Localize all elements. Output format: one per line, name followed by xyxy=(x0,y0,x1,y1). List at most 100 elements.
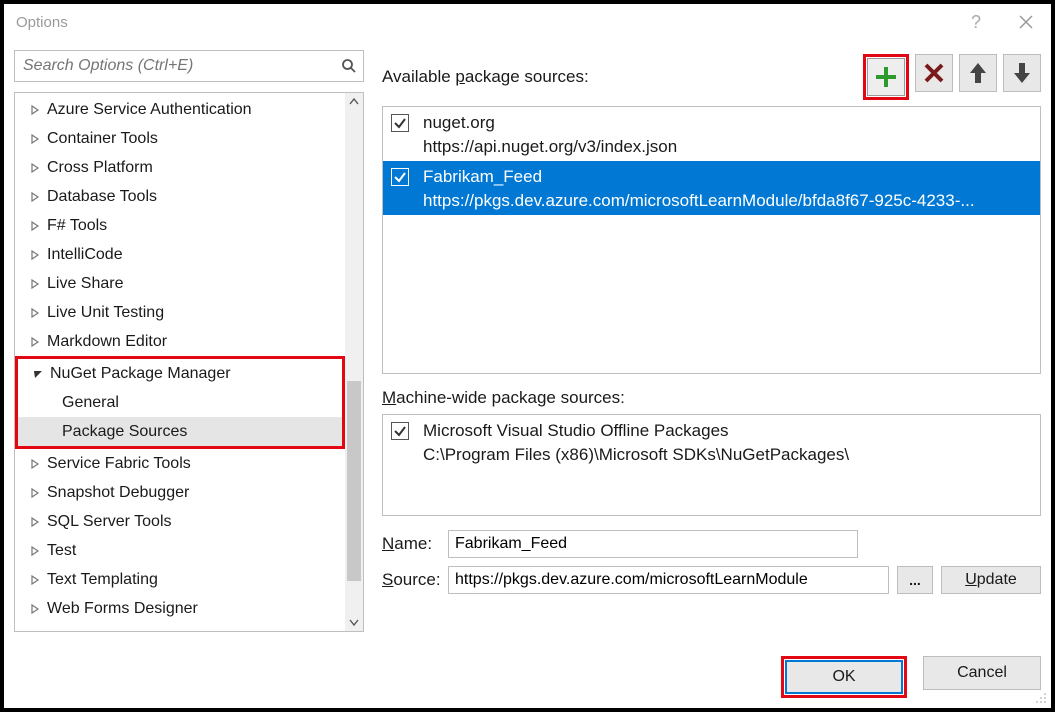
caret-right-icon xyxy=(29,458,41,470)
caret-right-icon xyxy=(29,249,41,261)
source-field[interactable] xyxy=(448,566,889,594)
left-panel: Azure Service AuthenticationContainer To… xyxy=(4,40,368,642)
tree-item[interactable]: Live Unit Testing xyxy=(15,298,345,327)
tree-item-label: F# Tools xyxy=(47,211,107,240)
options-tree-container: Azure Service AuthenticationContainer To… xyxy=(14,92,364,632)
close-button[interactable] xyxy=(1001,4,1051,40)
tree-item[interactable]: Azure Service Authentication xyxy=(15,95,345,124)
caret-right-icon xyxy=(29,278,41,290)
update-button[interactable]: Update xyxy=(941,566,1041,594)
source-row[interactable]: Microsoft Visual Studio Offline Packages… xyxy=(383,415,1040,469)
caret-right-icon xyxy=(29,545,41,557)
search-input[interactable] xyxy=(15,53,335,79)
tree-item[interactable]: SQL Server Tools xyxy=(15,507,345,536)
tree-item-label: SQL Server Tools xyxy=(47,507,172,536)
tree-item-label: Web Forms Designer xyxy=(47,594,198,623)
source-checkbox[interactable] xyxy=(391,114,409,132)
caret-right-icon xyxy=(29,603,41,615)
tree-item-label: Live Unit Testing xyxy=(47,298,164,327)
source-url: C:\Program Files (x86)\Microsoft SDKs\Nu… xyxy=(423,443,1032,467)
arrow-down-icon xyxy=(1012,61,1032,85)
caret-right-icon xyxy=(29,191,41,203)
tree-item[interactable]: General xyxy=(18,388,342,417)
arrow-up-icon xyxy=(968,61,988,85)
tree-item[interactable]: Test xyxy=(15,536,345,565)
available-sources-label: Available package sources: xyxy=(382,67,589,87)
ok-button[interactable]: OK xyxy=(785,660,903,694)
caret-right-icon xyxy=(29,162,41,174)
tree-item[interactable]: Service Fabric Tools xyxy=(15,449,345,478)
name-field[interactable] xyxy=(448,530,858,558)
source-name: Microsoft Visual Studio Offline Packages xyxy=(423,419,1032,443)
tree-item-label: Database Tools xyxy=(47,182,157,211)
titlebar: Options ? xyxy=(4,4,1051,40)
dialog-footer: OK Cancel xyxy=(4,642,1051,708)
tree-item-label: Markdown Editor xyxy=(47,327,167,356)
tree-item[interactable]: Package Sources xyxy=(18,417,342,446)
nuget-highlight: NuGet Package ManagerGeneralPackage Sour… xyxy=(15,356,345,449)
tree-item-label: Text Templating xyxy=(47,565,158,594)
remove-source-button[interactable] xyxy=(915,54,953,92)
move-down-button[interactable] xyxy=(1003,54,1041,92)
tree-item-label: Test xyxy=(47,536,76,565)
help-icon: ? xyxy=(971,12,981,33)
caret-down-icon xyxy=(32,368,44,380)
tree-item[interactable]: Container Tools xyxy=(15,124,345,153)
tree-item-label: NuGet Package Manager xyxy=(50,359,231,388)
machine-sources-list[interactable]: Microsoft Visual Studio Offline Packages… xyxy=(382,414,1041,516)
tree-item[interactable]: Live Share xyxy=(15,269,345,298)
resize-grip-icon[interactable] xyxy=(1033,690,1047,704)
tree-item-label: Service Fabric Tools xyxy=(47,449,191,478)
available-sources-list[interactable]: nuget.orghttps://api.nuget.org/v3/index.… xyxy=(382,106,1041,374)
browse-button[interactable]: ... xyxy=(897,566,933,594)
source-url: https://pkgs.dev.azure.com/microsoftLear… xyxy=(423,189,1032,213)
source-checkbox[interactable] xyxy=(391,422,409,440)
caret-right-icon xyxy=(29,336,41,348)
source-name: nuget.org xyxy=(423,111,1032,135)
tree-item[interactable]: F# Tools xyxy=(15,211,345,240)
caret-right-icon xyxy=(29,220,41,232)
cancel-button[interactable]: Cancel xyxy=(923,656,1041,690)
tree-item[interactable]: Text Templating xyxy=(15,565,345,594)
tree-item[interactable]: Database Tools xyxy=(15,182,345,211)
scroll-track[interactable] xyxy=(345,111,363,613)
options-tree[interactable]: Azure Service AuthenticationContainer To… xyxy=(15,93,345,631)
tree-item[interactable]: Cross Platform xyxy=(15,153,345,182)
tree-item[interactable]: IntelliCode xyxy=(15,240,345,269)
tree-item-label: Container Tools xyxy=(47,124,158,153)
source-checkbox[interactable] xyxy=(391,168,409,186)
tree-item[interactable]: Web Forms Designer xyxy=(15,594,345,623)
source-name: Fabrikam_Feed xyxy=(423,165,1032,189)
options-dialog: Options ? Azure Service AuthenticationCo… xyxy=(0,0,1055,712)
x-icon xyxy=(923,62,945,84)
tree-scrollbar[interactable] xyxy=(345,93,363,631)
source-label: Source: xyxy=(382,570,448,590)
tree-item-label: Package Sources xyxy=(62,417,187,446)
machine-sources-label: Machine-wide package sources: xyxy=(382,388,1041,408)
window-title: Options xyxy=(4,6,80,39)
scroll-thumb[interactable] xyxy=(347,381,361,581)
caret-right-icon xyxy=(29,307,41,319)
tree-item-label: Snapshot Debugger xyxy=(47,478,189,507)
scroll-down-button[interactable] xyxy=(345,613,363,631)
source-row[interactable]: Fabrikam_Feedhttps://pkgs.dev.azure.com/… xyxy=(383,161,1040,215)
tree-item-label: General xyxy=(62,388,119,417)
tree-item-label: Live Share xyxy=(47,269,124,298)
move-up-button[interactable] xyxy=(959,54,997,92)
scroll-up-button[interactable] xyxy=(345,93,363,111)
tree-item-label: Cross Platform xyxy=(47,153,153,182)
source-url: https://api.nuget.org/v3/index.json xyxy=(423,135,1032,159)
search-options[interactable] xyxy=(14,50,364,82)
source-row: Source: ... Update xyxy=(382,566,1041,594)
caret-right-icon xyxy=(29,516,41,528)
tree-item[interactable]: NuGet Package Manager xyxy=(18,359,342,388)
tree-item[interactable]: Markdown Editor xyxy=(15,327,345,356)
source-row[interactable]: nuget.orghttps://api.nuget.org/v3/index.… xyxy=(383,107,1040,161)
caret-right-icon xyxy=(29,133,41,145)
add-source-button[interactable] xyxy=(867,58,905,96)
close-icon xyxy=(1019,15,1033,29)
caret-right-icon xyxy=(29,487,41,499)
help-button[interactable]: ? xyxy=(951,4,1001,40)
tree-item[interactable]: Snapshot Debugger xyxy=(15,478,345,507)
right-panel: Available package sources: xyxy=(368,40,1051,642)
